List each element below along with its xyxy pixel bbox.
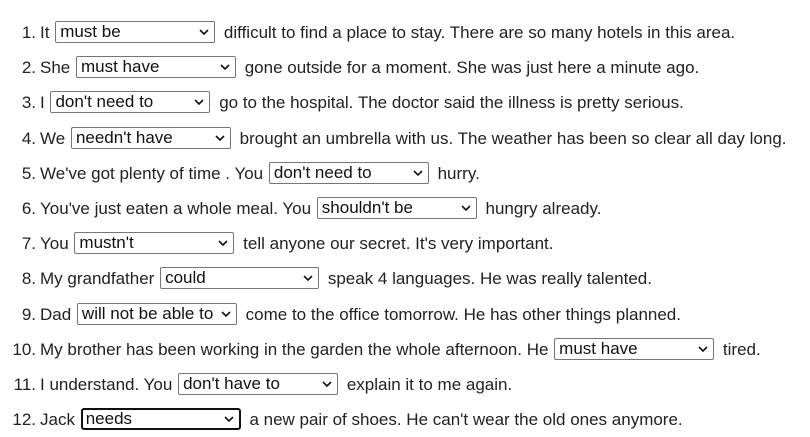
chevron-down-icon xyxy=(461,198,471,218)
sentence-after: speak 4 languages. He was really talente… xyxy=(327,269,652,289)
sentence-after: tired. xyxy=(722,339,761,359)
sentence-before: Jack xyxy=(40,410,75,430)
chevron-down-icon xyxy=(224,410,234,428)
answer-select[interactable]: don't need to xyxy=(268,161,429,184)
chevron-down-icon xyxy=(199,22,209,42)
sentence: Dad will not be able to come to the offi… xyxy=(40,297,681,332)
selected-value: mustn't xyxy=(79,233,134,253)
selected-value: could xyxy=(165,268,206,288)
sentence-before: It xyxy=(40,23,50,42)
item-number: 8. xyxy=(21,269,36,289)
answer-select[interactable]: could xyxy=(160,267,320,290)
sentence-after: brought an umbrella with us. The weather… xyxy=(239,128,787,148)
sentence: I don't need to go to the hospital. The … xyxy=(40,85,684,120)
sentence: My brother has been working in the garde… xyxy=(40,332,761,367)
selected-value: must be xyxy=(60,22,121,42)
sentence-before: My grandfather xyxy=(40,269,155,289)
sentence-before: You xyxy=(40,234,69,254)
sentence-before: We xyxy=(40,128,66,148)
item-number: 4. xyxy=(21,128,36,148)
item-number: 2. xyxy=(21,58,36,78)
chevron-down-icon xyxy=(303,268,313,288)
item-number: 3. xyxy=(21,93,36,113)
answer-select[interactable]: will not be able to xyxy=(76,302,237,325)
sentence-after: gone outside for a moment. She was just … xyxy=(244,58,700,78)
sentence: We've got plenty of time . You don't nee… xyxy=(40,156,480,191)
answer-select[interactable]: don't have to xyxy=(178,372,339,395)
selected-value: don't need to xyxy=(55,92,154,112)
sentence: Jack needs a new pair of shoes. He can't… xyxy=(40,402,683,437)
answer-select[interactable]: mustn't xyxy=(74,232,235,255)
item-number: 1. xyxy=(21,23,36,42)
answer-select[interactable]: shouldn't be xyxy=(316,196,477,219)
answer-select[interactable]: needn't have xyxy=(70,126,231,149)
answer-select[interactable]: must have xyxy=(554,337,715,360)
sentence-after: difficult to find a place to stay. There… xyxy=(223,23,736,42)
sentence: My grandfather could speak 4 languages. … xyxy=(40,261,652,296)
sentence: You mustn't tell anyone our secret. It's… xyxy=(40,226,553,261)
answer-select[interactable]: needs xyxy=(80,408,241,431)
item-number: 9. xyxy=(21,304,36,324)
chevron-down-icon xyxy=(218,233,228,253)
sentence-before: You've just eaten a whole meal. You xyxy=(40,198,312,218)
sentence-before: We've got plenty of time . You xyxy=(40,163,264,183)
sentence-before: My brother has been working in the garde… xyxy=(40,339,549,359)
sentence-before: She xyxy=(40,58,71,78)
selected-value: don't need to xyxy=(273,162,372,182)
answer-select[interactable]: must have xyxy=(75,56,236,79)
answer-select[interactable]: don't need to xyxy=(50,91,211,114)
sentence-after: go to the hospital. The doctor said the … xyxy=(219,93,684,113)
chevron-down-icon xyxy=(194,92,205,112)
chevron-down-icon xyxy=(220,57,230,77)
sentence-after: a new pair of shoes. He can't wear the o… xyxy=(249,410,683,430)
sentence-before: Dad xyxy=(40,304,72,324)
item-number: 6. xyxy=(21,198,36,218)
chevron-down-icon xyxy=(215,128,225,148)
selected-value: needn't have xyxy=(75,127,173,147)
item-number: 11. xyxy=(13,374,36,394)
selected-value: don't have to xyxy=(183,373,280,393)
sentence: We needn't have brought an umbrella with… xyxy=(40,121,787,156)
chevron-down-icon xyxy=(221,304,231,324)
selected-value: must have xyxy=(80,57,160,77)
chevron-down-icon xyxy=(413,163,423,183)
sentence-after: explain it to me again. xyxy=(346,374,513,394)
selected-value: must have xyxy=(559,338,638,358)
item-number: 12. xyxy=(12,410,36,430)
sentence-after: hurry. xyxy=(437,163,480,183)
sentence: It must be difficult to find a place to … xyxy=(40,15,735,50)
sentence-after: tell anyone our secret. It's very import… xyxy=(243,234,554,254)
sentence: I understand. You don't have to explain … xyxy=(40,367,512,402)
selected-value: needs xyxy=(85,409,133,429)
item-number: 7. xyxy=(21,234,36,254)
selected-value: will not be able to xyxy=(81,303,214,323)
chevron-down-icon xyxy=(698,339,708,359)
chevron-down-icon xyxy=(322,374,332,394)
sentence-before: I understand. You xyxy=(40,374,173,394)
sentence-after: come to the office tomorrow. He has othe… xyxy=(245,304,681,324)
item-number: 5. xyxy=(21,163,36,183)
sentence: You've just eaten a whole meal. You shou… xyxy=(40,191,601,226)
sentence-after: hungry already. xyxy=(485,198,602,218)
sentence: She must have gone outside for a moment.… xyxy=(40,50,699,85)
item-number: 10. xyxy=(12,339,36,359)
sentence-before: I xyxy=(40,93,45,113)
answer-select[interactable]: must be xyxy=(55,21,216,44)
selected-value: shouldn't be xyxy=(321,197,413,217)
